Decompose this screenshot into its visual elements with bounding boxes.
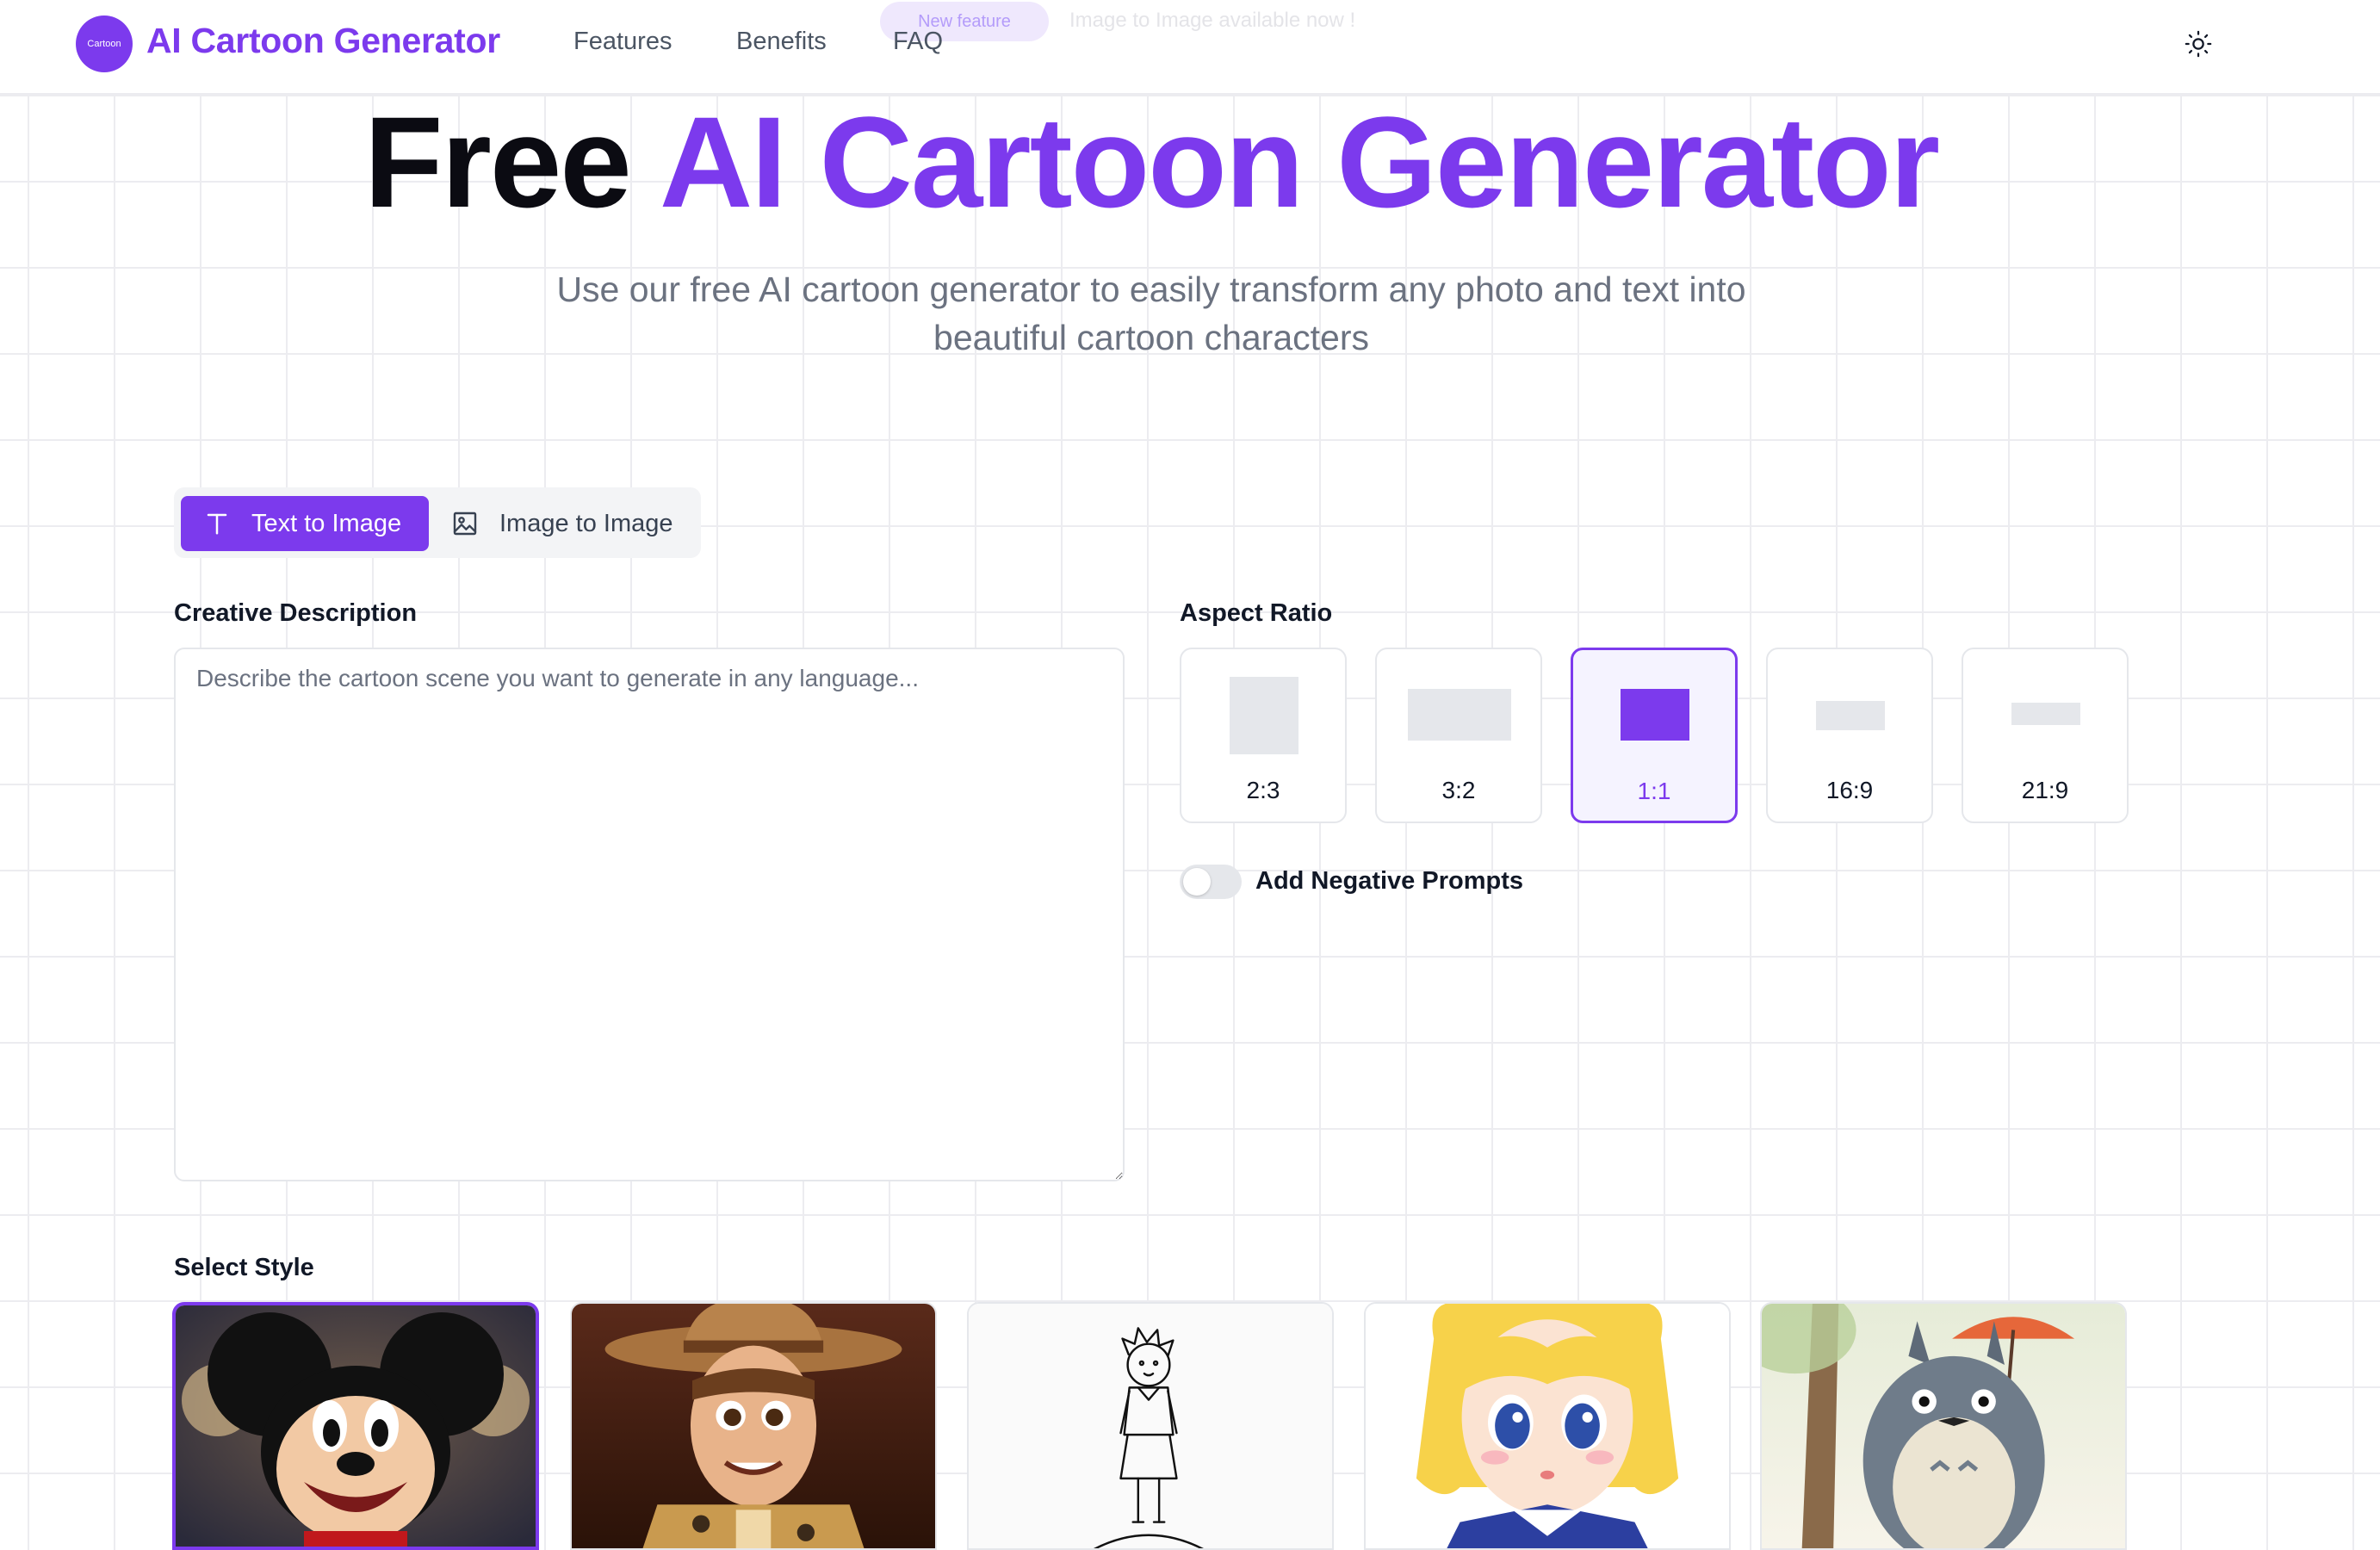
nav-link-faq[interactable]: FAQ	[893, 28, 943, 56]
ratio-option-1-1[interactable]: 1:1	[1571, 648, 1738, 823]
image-icon	[448, 506, 482, 541]
negative-prompts-label: Add Negative Prompts	[1255, 867, 1523, 895]
theme-toggle-button[interactable]	[2179, 24, 2218, 64]
ratio-option-21-9[interactable]: 21:9	[1962, 648, 2129, 823]
hero-subtitle: Use our free AI cartoon generator to eas…	[482, 265, 1820, 362]
ratio-label: 1:1	[1637, 778, 1671, 804]
style-option-forest-spirit[interactable]	[1760, 1302, 2127, 1550]
ratio-option-3-2[interactable]: 3:2	[1375, 648, 1542, 823]
negative-prompts-toggle[interactable]	[1180, 865, 1242, 899]
ratio-preview-shape	[1408, 689, 1511, 741]
ratio-option-16-9[interactable]: 16:9	[1766, 648, 1933, 823]
ratio-preview-shape	[1816, 701, 1885, 730]
ratio-option-2-3[interactable]: 2:3	[1180, 648, 1347, 823]
anime-girl-icon	[1366, 1304, 1729, 1548]
style-option-mouse[interactable]	[172, 1302, 539, 1550]
brand-name[interactable]: AI Cartoon Generator	[146, 21, 500, 61]
tab-image-to-image[interactable]: Image to Image	[436, 496, 694, 551]
mouse-character-icon	[176, 1305, 536, 1547]
style-option-line-art[interactable]	[967, 1302, 1334, 1550]
ratio-label: 21:9	[2021, 777, 2069, 803]
nav-link-benefits[interactable]: Benefits	[736, 28, 827, 56]
hero-title-plain: Free	[363, 90, 632, 234]
ratio-preview-shape	[1230, 677, 1298, 754]
sun-icon	[2185, 30, 2212, 58]
toggle-knob	[1183, 868, 1211, 896]
style-option-cowboy[interactable]	[570, 1302, 937, 1550]
hero-title-accent: AI Cartoon Generator	[659, 90, 1940, 234]
hero-subtitle-line: beautiful cartoon characters	[933, 318, 1369, 357]
select-style-label: Select Style	[174, 1254, 314, 1281]
style-option-anime[interactable]	[1364, 1302, 1731, 1550]
description-textarea[interactable]	[174, 648, 1125, 1181]
logo-badge[interactable]: Cartoon	[76, 16, 133, 72]
cowboy-character-icon	[572, 1304, 935, 1548]
top-navbar: Cartoon AI Cartoon Generator New feature…	[0, 0, 2380, 95]
tab-label: Text to Image	[251, 509, 402, 537]
tab-label: Image to Image	[499, 509, 673, 537]
ratio-label: 16:9	[1825, 777, 1874, 803]
mode-tabs: Text to Image Image to Image	[174, 487, 701, 558]
ratio-preview-shape	[2011, 703, 2080, 725]
forest-spirit-icon	[1762, 1304, 2125, 1548]
logo-badge-text: Cartoon	[87, 39, 121, 49]
hero-subtitle-line: Use our free AI cartoon generator to eas…	[556, 270, 1746, 309]
ratio-preview-shape	[1621, 689, 1689, 741]
announcement-text[interactable]: Image to Image available now !	[1069, 9, 1355, 33]
text-icon	[200, 506, 234, 541]
aspect-ratio-label: Aspect Ratio	[1180, 599, 1333, 627]
description-label: Creative Description	[174, 599, 418, 627]
line-art-character-icon	[969, 1304, 1332, 1548]
ratio-label: 3:2	[1441, 777, 1476, 803]
hero-title: Free AI Cartoon Generator	[0, 84, 2303, 239]
ratio-label: 2:3	[1246, 777, 1280, 803]
nav-link-features[interactable]: Features	[573, 28, 672, 56]
tab-text-to-image[interactable]: Text to Image	[181, 496, 429, 551]
